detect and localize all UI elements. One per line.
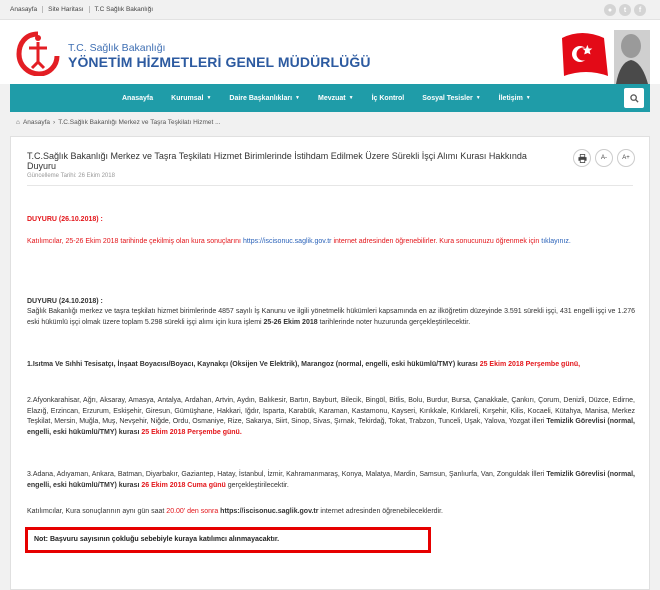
caret-down-icon: ▼	[206, 95, 212, 101]
item3-end: gerçekleştirilecektir.	[225, 481, 289, 489]
font-decrease-button[interactable]: A-	[595, 149, 613, 167]
social-icons: ● t f	[604, 4, 646, 16]
duyuru1-text-a: Katılımcılar, 25-26 Ekim 2018 tarihinde …	[27, 238, 243, 245]
item2-text: 2.Afyonkarahisar, Ağrı, Aksaray, Amasya,…	[27, 396, 635, 438]
item1-text: 1.Isıtma Ve Sıhhi Tesisatçı, İnşaat Boya…	[27, 360, 635, 371]
nav-label: Sosyal Tesisler	[422, 94, 473, 102]
top-link-ministry[interactable]: T.C Sağlık Bakanlığı	[90, 6, 159, 13]
nav-label: Kurumsal	[171, 94, 204, 102]
caret-down-icon: ▼	[295, 95, 300, 101]
top-bar: Anasayfa Site Haritası T.C Sağlık Bakanl…	[0, 0, 660, 20]
duyuru1-text: Katılımcılar, 25-26 Ekim 2018 tarihinde …	[27, 237, 635, 248]
duyuru2-text: Sağlık Bakanlığı merkez ve taşra teşkila…	[27, 307, 635, 328]
item1-body: 1.Isıtma Ve Sıhhi Tesisatçı, İnşaat Boya…	[27, 361, 480, 368]
breadcrumb-separator-icon: ›	[53, 119, 56, 126]
nav-label: İç Kontrol	[371, 94, 405, 102]
twitter-icon[interactable]: t	[619, 4, 631, 16]
nav-label: Mevzuat	[318, 94, 346, 102]
article-tools: A- A+	[573, 149, 635, 167]
item3-body: 3.Adana, Adıyaman, Ankara, Batman, Diyar…	[27, 471, 547, 478]
nav-label: Daire Başkanlıkları	[229, 94, 293, 102]
print-icon	[577, 153, 587, 163]
nav-item-ic-kontrol[interactable]: İç Kontrol	[363, 84, 414, 112]
duyuru2-bold: 25-26 Ekim 2018	[263, 318, 318, 326]
results-link[interactable]: https://iscisonuc.saglik.gov.tr	[243, 238, 332, 245]
nav-item-daire-baskanliklari[interactable]: Daire Başkanlıkları ▼	[220, 84, 309, 112]
flag-ataturk-banner-icon	[562, 30, 650, 84]
breadcrumb-home[interactable]: Anasayfa	[23, 119, 50, 126]
nav-item-mevzuat[interactable]: Mevzuat ▼	[309, 84, 363, 112]
results-url: https://iscisonuc.saglik.gov.tr	[218, 508, 319, 515]
duyuru2-text-b: tarihlerinde noter huzurunda gerçekleşti…	[317, 318, 471, 326]
search-button[interactable]	[624, 88, 644, 108]
title-divider	[27, 185, 633, 186]
breadcrumb-current: T.C.Sağlık Bakanlığı Merkez ve Taşra Teş…	[58, 119, 221, 126]
item1-date: 25 Ekim 2018 Perşembe günü,	[479, 361, 581, 368]
results-time: 20.00' den sonra	[166, 508, 219, 515]
results-text-a: Katılımcılar, Kura sonuçlarının aynı gün…	[27, 508, 167, 515]
flickr-icon[interactable]: ●	[604, 4, 616, 16]
note-box: Not: Başvuru sayısının çokluğu sebebiyle…	[25, 527, 431, 553]
duyuru2-heading: DUYURU (24.10.2018) :	[27, 298, 103, 305]
ministry-name: T.C. Sağlık Bakanlığı	[68, 42, 166, 54]
caret-down-icon: ▼	[475, 95, 481, 101]
item2-body: 2.Afyonkarahisar, Ağrı, Aksaray, Amasya,…	[27, 397, 635, 425]
nav-label: Anasayfa	[122, 94, 154, 102]
item3-date: 26 Ekim 2018 Cuma günü	[141, 481, 226, 489]
top-link-home[interactable]: Anasayfa	[10, 6, 44, 13]
duyuru1-heading: DUYURU (26.10.2018) :	[27, 216, 103, 223]
caret-down-icon: ▼	[525, 95, 531, 101]
print-button[interactable]	[573, 149, 591, 167]
ministry-logo-icon[interactable]	[15, 28, 61, 76]
update-date: Güncelleme Tarihi: 26 Ekim 2018	[27, 173, 115, 179]
nav-items: Anasayfa Kurumsal ▼ Daire Başkanlıkları ▼ …	[113, 84, 540, 112]
click-here-link[interactable]: tıklayınız.	[541, 238, 571, 245]
top-link-sitemap[interactable]: Site Haritası	[43, 6, 90, 13]
nav-item-anasayfa[interactable]: Anasayfa	[113, 84, 162, 112]
item3-text: 3.Adana, Adıyaman, Ankara, Batman, Diyar…	[27, 470, 635, 491]
results-text-b: internet adresinden öğrenebileceklerdir.	[318, 508, 443, 515]
top-links: Anasayfa Site Haritası T.C Sağlık Bakanl…	[10, 6, 158, 13]
font-increase-button[interactable]: A+	[617, 149, 635, 167]
content-card: T.C.Sağlık Bakanlığı Merkez ve Taşra Teş…	[10, 136, 650, 590]
main-nav: Anasayfa Kurumsal ▼ Daire Başkanlıkları ▼ …	[10, 84, 650, 112]
results-text: Katılımcılar, Kura sonuçlarının aynı gün…	[27, 507, 635, 518]
home-icon: ⌂	[16, 119, 20, 126]
page-title: T.C.Sağlık Bakanlığı Merkez ve Taşra Teş…	[27, 151, 527, 171]
search-icon	[629, 93, 639, 103]
site-header: T.C. Sağlık Bakanlığı YÖNETİM HİZMETLERİ…	[0, 20, 660, 84]
directorate-name: YÖNETİM HİZMETLERİ GENEL MÜDÜRLÜĞÜ	[68, 54, 371, 70]
item2-date: 25 Ekim 2018 Perşembe günü.	[141, 428, 242, 436]
breadcrumb: ⌂ Anasayfa › T.C.Sağlık Bakanlığı Merkez…	[10, 115, 650, 130]
duyuru1-text-b: internet adresinden öğrenebilirler. Kura…	[331, 238, 542, 245]
caret-down-icon: ▼	[348, 95, 354, 101]
nav-label: İletişim	[498, 94, 523, 102]
nav-item-iletisim[interactable]: İletişim ▼	[490, 84, 540, 112]
nav-item-kurumsal[interactable]: Kurumsal ▼	[162, 84, 220, 112]
facebook-icon[interactable]: f	[634, 4, 646, 16]
note-text: Not: Başvuru sayısının çokluğu sebebiyle…	[34, 536, 280, 543]
nav-item-sosyal-tesisler[interactable]: Sosyal Tesisler ▼	[413, 84, 489, 112]
